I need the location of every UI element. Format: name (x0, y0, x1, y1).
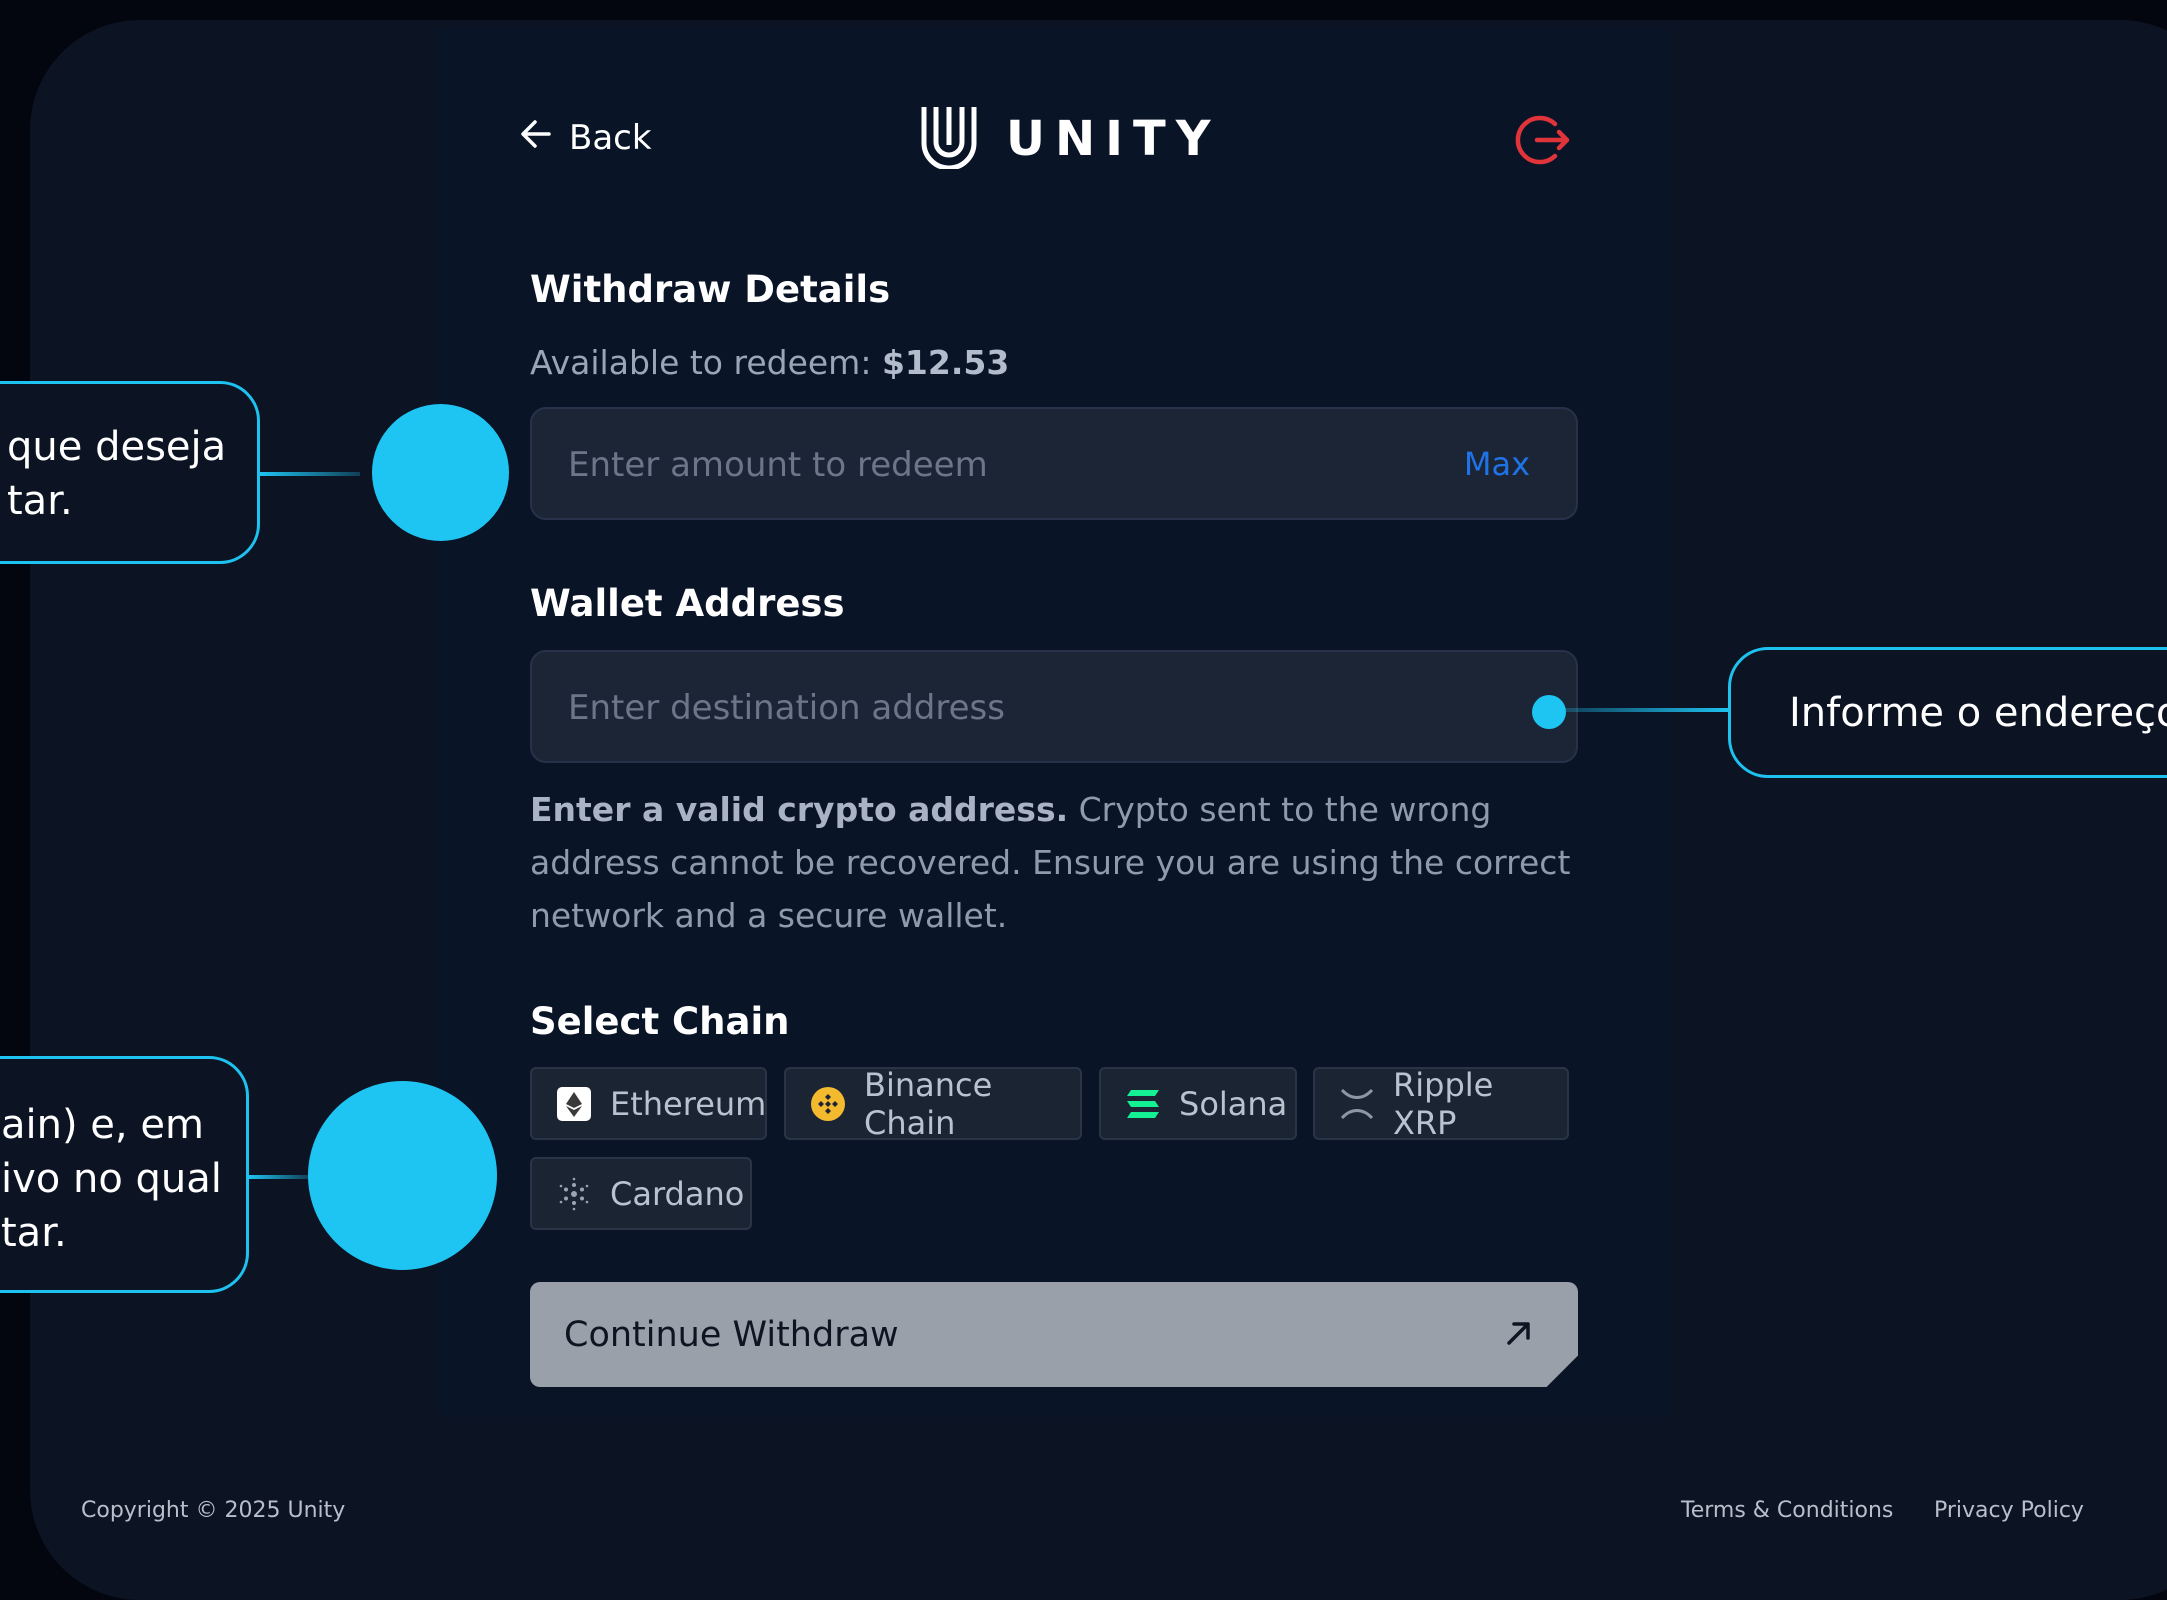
callout-address: Informe o endereço d (1728, 647, 2167, 778)
continue-label: Continue Withdraw (564, 1314, 899, 1355)
logout-button[interactable] (1515, 112, 1571, 168)
callout-chain-text: ain) e, em ivo no qual tar. (1, 1102, 222, 1256)
address-notice: Enter a valid crypto address. Crypto sen… (530, 783, 1590, 942)
max-button[interactable]: Max (1464, 445, 1530, 483)
callout-amount: que deseja tar. (0, 381, 260, 564)
available-label: Available to redeem: (530, 343, 872, 382)
ripple-icon (1339, 1086, 1375, 1122)
chain-label: Ethereum (610, 1084, 767, 1123)
amount-field: Max (530, 407, 1578, 520)
address-field (530, 650, 1578, 763)
chain-label: Binance Chain (864, 1065, 993, 1142)
withdraw-details-title: Withdraw Details (530, 268, 891, 311)
address-input[interactable] (566, 652, 1470, 763)
chain-option-cardano[interactable]: Cardano (530, 1157, 752, 1230)
terms-link[interactable]: Terms & Conditions (1681, 1498, 1893, 1523)
callout-address-text: Informe o endereço d (1789, 690, 2167, 736)
chain-option-ethereum[interactable]: Ethereum (530, 1067, 767, 1140)
back-label: Back (569, 118, 652, 158)
callout-address-marker (1532, 695, 1566, 729)
chain-option-binance[interactable]: Binance Chain (784, 1065, 1082, 1142)
continue-withdraw-button[interactable]: Continue Withdraw (530, 1282, 1578, 1387)
brand-logo: UNITY (920, 105, 1221, 173)
cardano-icon (556, 1176, 592, 1212)
callout-amount-text: que deseja tar. (7, 424, 227, 524)
callout-chain-marker (308, 1081, 497, 1270)
back-button[interactable]: Back (519, 113, 652, 163)
arrow-up-right-icon (1502, 1316, 1536, 1359)
binance-icon (810, 1086, 846, 1122)
ethereum-icon (556, 1086, 592, 1122)
select-chain-title: Select Chain (530, 1000, 790, 1043)
available-balance: Available to redeem: $12.53 (530, 343, 1009, 382)
callout-address-connector (1565, 708, 1729, 712)
logout-icon (1515, 115, 1571, 172)
chain-label: Solana (1179, 1084, 1288, 1123)
chain-option-solana[interactable]: Solana (1099, 1067, 1297, 1140)
chain-label: Ripple XRP (1393, 1065, 1494, 1142)
privacy-link[interactable]: Privacy Policy (1934, 1498, 2084, 1523)
brand-name: UNITY (1006, 111, 1221, 167)
callout-amount-connector (260, 472, 360, 476)
chain-option-ripple[interactable]: Ripple XRP (1313, 1065, 1569, 1142)
arrow-left-icon (519, 117, 553, 160)
available-amount: $12.53 (881, 343, 1010, 382)
unity-logo-icon (920, 105, 978, 173)
callout-chain-connector (249, 1175, 309, 1179)
notice-bold: Enter a valid crypto address. (530, 790, 1069, 829)
solana-icon (1125, 1086, 1161, 1122)
copyright-text: Copyright © 2025 Unity (81, 1498, 346, 1523)
amount-input[interactable] (566, 409, 1470, 520)
chain-label: Cardano (610, 1174, 745, 1213)
callout-chain: ain) e, em ivo no qual tar. (0, 1056, 249, 1293)
callout-amount-marker (372, 404, 509, 541)
wallet-address-title: Wallet Address (530, 582, 845, 625)
